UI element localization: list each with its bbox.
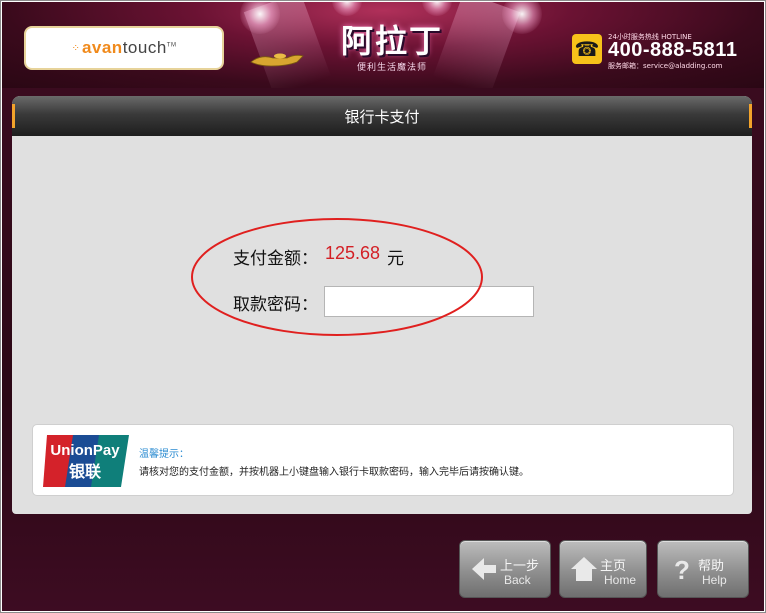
hotline-info: ☎ 24小时服务热线 HOTLINE 400-888-5811 服务邮箱：ser…: [572, 32, 758, 72]
svg-text:?: ?: [674, 555, 690, 583]
back-button[interactable]: 上一步 Back: [459, 540, 551, 598]
home-button-label-en: Home: [604, 573, 637, 587]
amount-value: 125.68: [325, 243, 381, 263]
notice-text: 请核对您的支付金额，并按机器上小键盘输入银行卡取款密码，输入完毕后请按确认键。: [139, 467, 529, 478]
notice-title: 温馨提示：: [139, 449, 189, 460]
panel-header: 银行卡支付: [12, 96, 752, 136]
help-button-label: 帮助: [698, 559, 725, 574]
logo-text-suffix: touch: [122, 38, 167, 57]
logo-text-prefix: avan: [81, 38, 123, 57]
phone-icon: ☎: [572, 34, 602, 64]
header-banner: ⁘ avantouchTM 阿拉丁 便利生活魔法师 ☎ 24小时服务热线 HOT…: [2, 2, 764, 88]
help-button-label-en: Help: [702, 573, 727, 587]
home-icon: [571, 557, 597, 581]
stage-spotlight: [502, 2, 542, 34]
password-label: 取款密码：: [233, 295, 318, 315]
amount-unit: 元: [387, 249, 404, 269]
password-input[interactable]: [324, 286, 534, 317]
amount-label: 支付金额：: [233, 249, 318, 269]
unionpay-logo-cn: 银联: [69, 462, 101, 481]
notice-box: UnionPay 银联 温馨提示： 请核对您的支付金额，并按机器上小键盘输入银行…: [32, 424, 734, 496]
panel-title: 银行卡支付: [344, 107, 420, 126]
help-button[interactable]: ? 帮助 Help: [657, 540, 749, 598]
stage-spotlight: [422, 2, 452, 16]
aladding-brand: 阿拉丁 便利生活魔法师: [302, 16, 482, 82]
brand-name: 阿拉丁: [340, 22, 443, 60]
logo-tm: TM: [166, 42, 177, 49]
home-button[interactable]: 主页 Home: [559, 540, 647, 598]
hotline-number: 400-888-5811: [608, 39, 738, 61]
unionpay-logo: UnionPay 银联: [43, 435, 129, 487]
magic-lamp-icon: [250, 53, 304, 67]
logo-dots-icon: ⁘: [71, 42, 80, 54]
avantouch-logo: ⁘ avantouchTM: [24, 26, 224, 70]
brand-tagline: 便利生活魔法师: [356, 63, 427, 73]
back-button-label-en: Back: [504, 573, 531, 587]
unionpay-logo-text: UnionPay: [50, 442, 120, 459]
service-email: 服务邮箱：service@aladding.com: [608, 62, 723, 70]
arrow-left-icon: [472, 558, 496, 580]
stage-spotlight: [332, 2, 362, 16]
help-icon: ?: [674, 555, 690, 583]
home-button-label: 主页: [600, 559, 627, 574]
back-button-label: 上一步: [500, 559, 540, 574]
